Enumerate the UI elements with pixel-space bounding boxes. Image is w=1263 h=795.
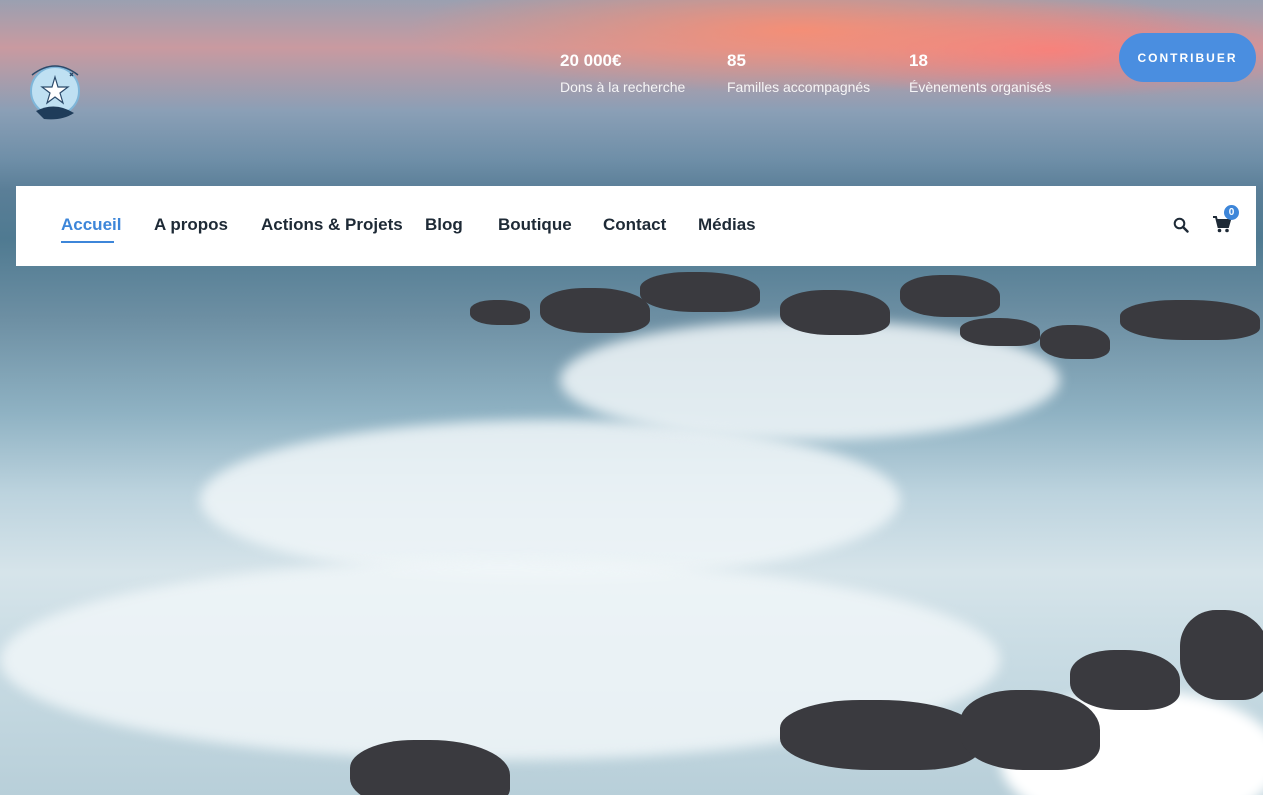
rock — [1040, 325, 1110, 359]
logo-emblem-icon — [30, 65, 80, 120]
rock — [1120, 300, 1260, 340]
nav-item-accueil[interactable]: Accueil — [61, 215, 121, 235]
stat-donations: 20 000€ Dons à la recherche — [560, 50, 685, 96]
rock — [470, 300, 530, 325]
logo[interactable] — [22, 55, 88, 125]
rock — [960, 318, 1040, 346]
rock — [960, 690, 1100, 770]
stat-value: 18 — [909, 51, 928, 70]
main-navigation: Accueil A propos Actions & Projets Blog … — [16, 186, 1256, 266]
rock — [1070, 650, 1180, 710]
hero-background — [0, 0, 1263, 795]
rock — [780, 700, 980, 770]
nav-item-blog[interactable]: Blog — [425, 215, 463, 235]
stat-value: 20 000€ — [560, 51, 622, 70]
nav-item-a-propos[interactable]: A propos — [154, 215, 228, 235]
rock — [780, 290, 890, 335]
wave-foam — [200, 420, 900, 580]
rock — [540, 288, 650, 333]
contribute-button[interactable]: CONTRIBUER — [1119, 33, 1256, 82]
active-indicator — [61, 241, 114, 243]
rock — [900, 275, 1000, 317]
nav-item-actions-projets[interactable]: Actions & Projets — [261, 215, 403, 235]
nav-item-medias[interactable]: Médias — [698, 215, 756, 235]
stat-label: Dons à la recherche — [560, 79, 686, 95]
search-icon[interactable] — [1173, 217, 1189, 238]
nav-item-boutique[interactable]: Boutique — [498, 215, 572, 235]
stat-label: Familles accompagnés — [727, 79, 871, 95]
rock — [1180, 610, 1263, 700]
nav-item-contact[interactable]: Contact — [603, 215, 666, 235]
stat-events: 18 Évènements organisés — [909, 50, 1051, 96]
stat-families: 85 Familles accompagnés — [727, 50, 870, 96]
stat-value: 85 — [727, 51, 746, 70]
cart-count-badge: 0 — [1224, 205, 1239, 220]
rock — [640, 272, 760, 312]
stat-label: Évènements organisés — [909, 79, 1052, 95]
